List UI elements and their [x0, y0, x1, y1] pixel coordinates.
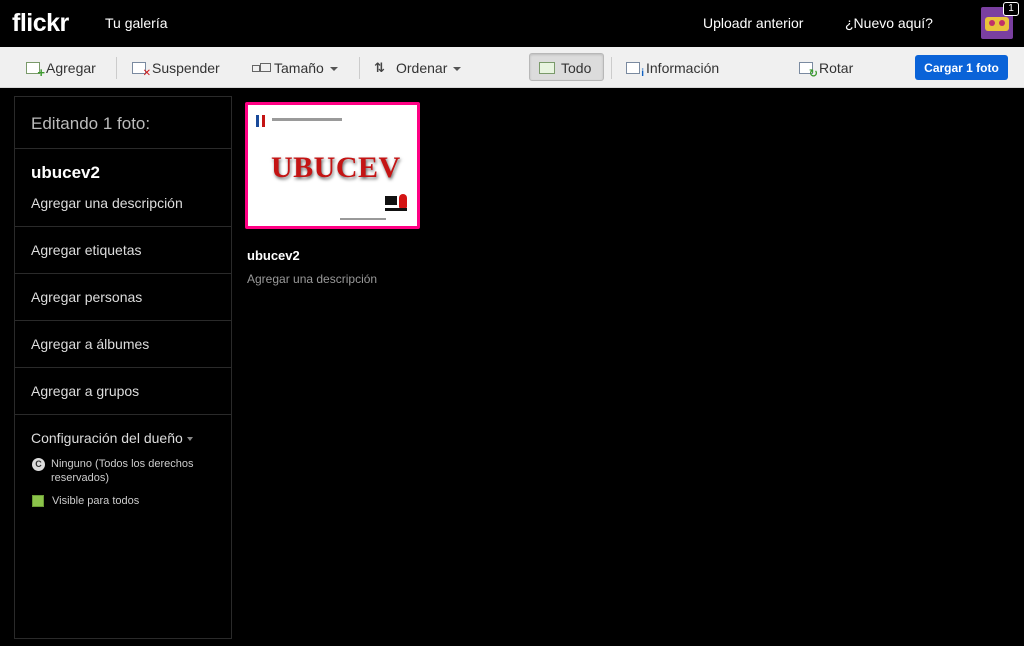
previous-uploader-link[interactable]: Uploadr anterior: [703, 15, 803, 31]
university-logo-icon: [256, 115, 268, 127]
license-line-1: Ninguno (Todos los derechos: [51, 458, 194, 470]
photo-description[interactable]: Agregar una descripción: [247, 272, 377, 286]
select-all-content[interactable]: Todo: [539, 47, 591, 88]
visibility-public-icon: [32, 495, 44, 507]
sidebar-divider: [15, 148, 231, 149]
rotate-icon: [799, 61, 818, 80]
photo-title[interactable]: ubucev2: [247, 248, 300, 263]
sidebar-divider: [15, 320, 231, 321]
person-shape: [399, 194, 407, 208]
toolbar: Agregar Suspender Tamaño ⇅ Ordenar Todo …: [0, 47, 1024, 88]
chevron-down-icon: [186, 437, 193, 442]
owner-settings-label: Configuración del dueño: [31, 430, 183, 446]
top-bar: flickr Tu galería Uploadr anterior ¿Nuev…: [0, 0, 1024, 47]
sort-dropdown[interactable]: ⇅ Ordenar: [374, 47, 462, 88]
flickr-logo[interactable]: flickr: [12, 9, 69, 38]
thumbnail-size-icon: [252, 61, 271, 75]
toolbar-divider: [359, 57, 360, 79]
sidebar-divider: [15, 367, 231, 368]
photo-thumbnail-selected[interactable]: UBUCEV: [245, 102, 420, 229]
suspend-label: Suspender: [152, 59, 220, 76]
size-dropdown[interactable]: Tamaño: [252, 47, 338, 88]
monitor-shape: [385, 196, 397, 205]
copyright-icon: C: [32, 458, 45, 471]
toolbar-divider: [611, 57, 612, 79]
license-line-2: reservados): [51, 472, 110, 484]
owner-settings-dropdown[interactable]: Configuración del dueño: [31, 430, 193, 446]
add-description-field[interactable]: Agregar una descripción: [31, 195, 183, 211]
new-here-link[interactable]: ¿Nuevo aquí?: [845, 15, 933, 31]
license-setting[interactable]: Ninguno (Todos los derechos reservados): [51, 457, 193, 485]
rotate-button[interactable]: Rotar: [799, 47, 853, 88]
avatar-image-icon: [985, 17, 1009, 31]
edit-sidebar: Editando 1 foto: ubucev2 Agregar una des…: [14, 96, 232, 639]
info-button[interactable]: Información: [626, 47, 719, 88]
info-icon: [626, 61, 644, 79]
select-all-icon: [539, 61, 555, 74]
sidebar-divider: [15, 226, 231, 227]
toolbar-divider: [116, 57, 117, 79]
desk-shape: [385, 208, 407, 211]
editing-heading: Editando 1 foto:: [31, 114, 151, 133]
sort-label: Ordenar: [396, 59, 448, 76]
photo-footer-bar: [340, 218, 386, 220]
sidebar-divider: [15, 273, 231, 274]
add-tags-field[interactable]: Agregar etiquetas: [31, 242, 142, 258]
gallery-link[interactable]: Tu galería: [105, 15, 168, 31]
add-albums-field[interactable]: Agregar a álbumes: [31, 336, 149, 352]
add-button[interactable]: Agregar: [26, 47, 96, 88]
photo-title-field[interactable]: ubucev2: [31, 163, 100, 183]
add-people-field[interactable]: Agregar personas: [31, 289, 142, 305]
size-label: Tamaño: [274, 59, 324, 76]
add-label: Agregar: [46, 59, 96, 76]
select-all-label: Todo: [561, 59, 592, 76]
visibility-setting[interactable]: Visible para todos: [52, 494, 139, 508]
chevron-down-icon: [329, 66, 338, 71]
sidebar-divider: [15, 414, 231, 415]
suspend-button[interactable]: Suspender: [132, 47, 220, 88]
sort-arrows-icon: ⇅: [374, 59, 385, 75]
info-label: Información: [646, 59, 720, 76]
upload-button[interactable]: Cargar 1 foto: [915, 55, 1008, 80]
notification-badge[interactable]: 1: [1003, 2, 1019, 16]
remove-photo-icon: [132, 61, 151, 79]
add-photo-icon: [26, 61, 45, 80]
add-groups-field[interactable]: Agregar a grupos: [31, 383, 139, 399]
chevron-down-icon: [453, 66, 462, 71]
university-banner: [272, 118, 342, 121]
computer-user-icon: [385, 194, 409, 218]
photo-brand-text: UBUCEV: [271, 151, 401, 184]
rotate-label: Rotar: [819, 59, 854, 76]
